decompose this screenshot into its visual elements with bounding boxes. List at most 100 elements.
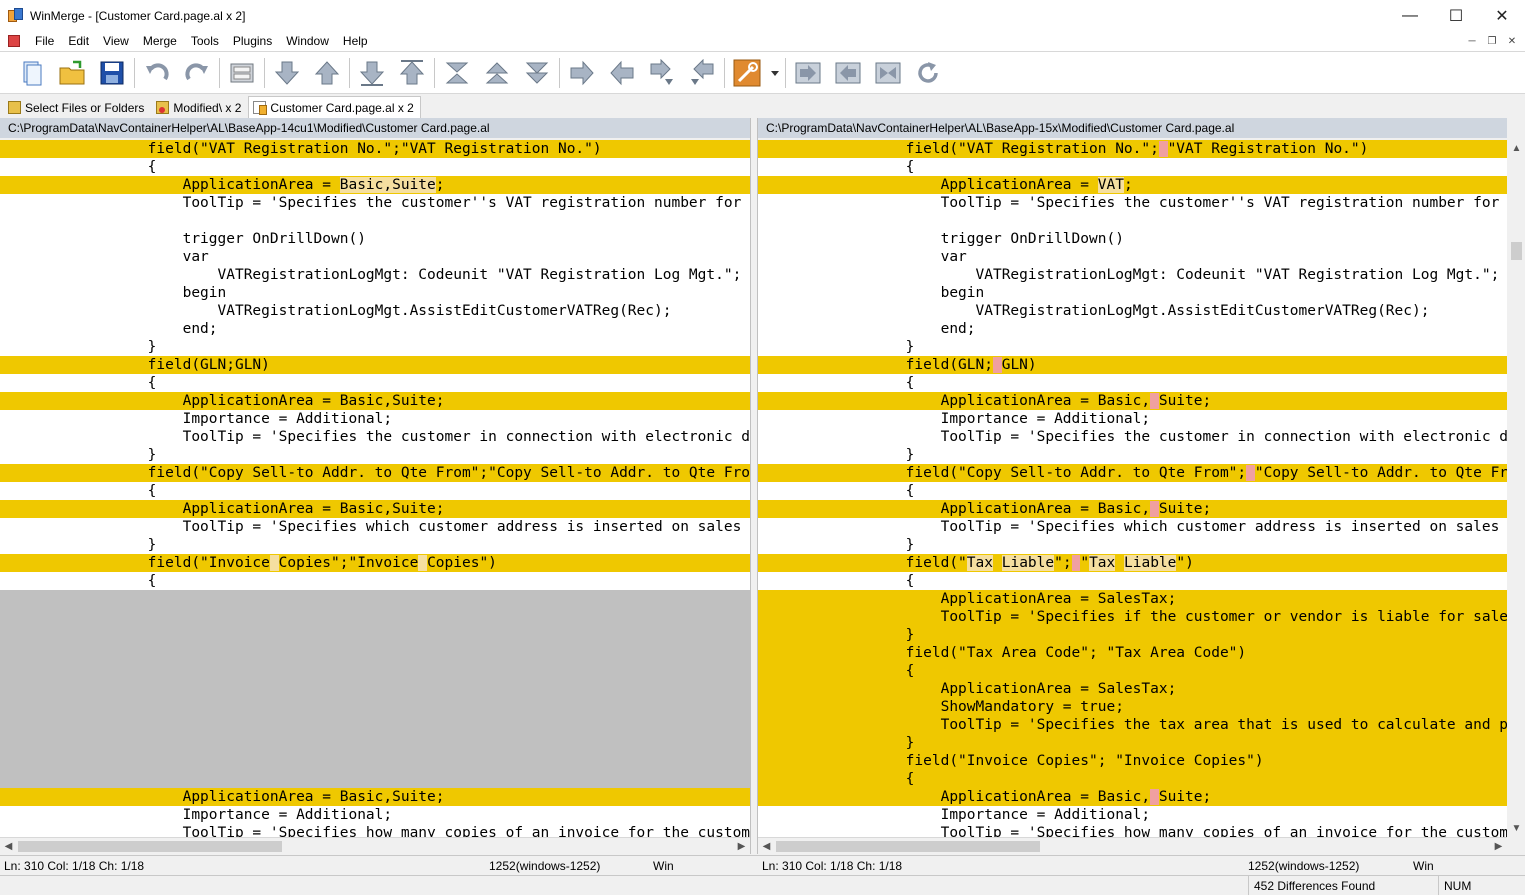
code-line[interactable]: begin [0,284,750,302]
scroll-up-arrow-icon[interactable]: ▲ [1508,140,1525,157]
diff-line[interactable]: field("Tax Liable"; "Tax Liable") [758,554,1507,572]
tab-modified-folder[interactable]: Modified\ x 2 [151,96,248,118]
current-diff-button[interactable] [439,55,475,91]
save-button[interactable] [94,55,130,91]
diff-line[interactable]: } [758,734,1507,752]
code-line[interactable]: Importance = Additional; [0,806,750,824]
code-line[interactable] [0,212,750,230]
code-line[interactable]: VATRegistrationLogMgt: Codeunit "VAT Reg… [758,266,1507,284]
code-line[interactable]: VATRegistrationLogMgt: Codeunit "VAT Reg… [0,266,750,284]
redo-button[interactable] [179,55,215,91]
missing-line[interactable] [0,626,750,644]
diff-line[interactable]: ApplicationArea = Basic,Suite; [0,176,750,194]
code-line[interactable]: { [758,158,1507,176]
code-line[interactable]: ToolTip = 'Specifies which customer addr… [0,518,750,536]
right-horizontal-scrollbar[interactable]: ◀ ▶ [758,837,1507,854]
right-editor-pane[interactable]: field("VAT Registration No."; "VAT Regis… [758,140,1507,837]
missing-line[interactable] [0,734,750,752]
code-line[interactable]: } [0,446,750,464]
code-line[interactable]: ToolTip = 'Specifies how many copies of … [0,824,750,837]
code-line[interactable]: var [758,248,1507,266]
code-line[interactable]: } [758,338,1507,356]
mdi-minimize-button[interactable]: ─ [1463,33,1481,49]
scroll-left-arrow-icon[interactable]: ◀ [0,838,17,855]
diff-line[interactable]: ApplicationArea = Basic,Suite; [0,788,750,806]
diff-line[interactable]: field("Invoice Copies"; "Invoice Copies"… [758,752,1507,770]
menu-tools[interactable]: Tools [184,31,226,51]
copy-right-advance-button[interactable] [644,55,680,91]
options-button[interactable] [729,55,765,91]
left-horizontal-scroll-thumb[interactable] [18,841,282,852]
missing-line[interactable] [0,680,750,698]
first-diff-button[interactable] [354,55,390,91]
menu-edit[interactable]: Edit [61,31,96,51]
code-line[interactable]: } [0,338,750,356]
missing-line[interactable] [0,698,750,716]
code-line[interactable] [758,212,1507,230]
menu-view[interactable]: View [96,31,136,51]
diff-line[interactable]: field("Invoice Copies";"Invoice Copies") [0,554,750,572]
mdi-close-button[interactable]: ✕ [1503,33,1521,49]
menu-merge[interactable]: Merge [136,31,184,51]
diff-line[interactable]: { [758,662,1507,680]
collapse-button[interactable] [870,55,906,91]
code-line[interactable]: { [0,572,750,590]
compare-button[interactable] [224,55,260,91]
open-button[interactable] [54,55,90,91]
vertical-scrollbar[interactable]: ▲ ▼ [1508,140,1525,837]
diff-line[interactable]: ApplicationArea = SalesTax; [758,680,1507,698]
right-horizontal-scroll-thumb[interactable] [776,841,1040,852]
code-line[interactable]: ToolTip = 'Specifies how many copies of … [758,824,1507,837]
code-line[interactable]: ToolTip = 'Specifies the customer''s VAT… [758,194,1507,212]
code-line[interactable]: ToolTip = 'Specifies the customer in con… [0,428,750,446]
code-line[interactable]: VATRegistrationLogMgt.AssistEditCustomer… [758,302,1507,320]
diff-line[interactable]: ShowMandatory = true; [758,698,1507,716]
diff-line[interactable]: field(GLN; GLN) [758,356,1507,374]
document-menu-icon[interactable] [8,35,20,47]
diff-line[interactable]: ApplicationArea = VAT; [758,176,1507,194]
menu-help[interactable]: Help [336,31,375,51]
maximize-button[interactable]: ☐ [1433,0,1479,31]
code-line[interactable]: } [0,536,750,554]
copy-right-button[interactable] [564,55,600,91]
code-line[interactable]: trigger OnDrillDown() [0,230,750,248]
left-editor-pane[interactable]: field("VAT Registration No.";"VAT Regist… [0,140,750,837]
missing-line[interactable] [0,752,750,770]
missing-line[interactable] [0,770,750,788]
diff-line[interactable]: ApplicationArea = Basic,Suite; [0,392,750,410]
code-line[interactable]: trigger OnDrillDown() [758,230,1507,248]
close-button[interactable]: ✕ [1479,0,1525,31]
refresh-button[interactable] [910,55,946,91]
menu-window[interactable]: Window [279,31,336,51]
code-line[interactable]: end; [758,320,1507,338]
diff-line[interactable]: { [758,770,1507,788]
prev-diff-button[interactable] [309,55,345,91]
options-dropdown-button[interactable] [769,55,781,91]
pane-splitter[interactable] [750,118,758,854]
diff-line[interactable]: ApplicationArea = Basic,Suite; [0,500,750,518]
diff-line[interactable]: ToolTip = 'Specifies if the customer or … [758,608,1507,626]
code-line[interactable]: { [758,572,1507,590]
undo-button[interactable] [139,55,175,91]
vertical-scroll-thumb[interactable] [1511,242,1522,260]
last-diff-button[interactable] [394,55,430,91]
code-line[interactable]: Importance = Additional; [758,410,1507,428]
diff-line[interactable]: ApplicationArea = Basic, Suite; [758,392,1507,410]
tab-customer-card[interactable]: Customer Card.page.al x 2 [248,96,421,118]
code-line[interactable]: ToolTip = 'Specifies the customer''s VAT… [0,194,750,212]
code-line[interactable]: { [758,482,1507,500]
code-line[interactable]: { [758,374,1507,392]
code-line[interactable]: VATRegistrationLogMgt.AssistEditCustomer… [0,302,750,320]
code-line[interactable]: Importance = Additional; [758,806,1507,824]
diff-line[interactable]: field(GLN;GLN) [0,356,750,374]
copy-all-left-button[interactable] [830,55,866,91]
tab-select-files[interactable]: Select Files or Folders [3,96,151,118]
scroll-right-arrow-icon[interactable]: ▶ [733,838,750,855]
missing-line[interactable] [0,716,750,734]
menu-file[interactable]: File [28,31,61,51]
code-line[interactable]: { [0,374,750,392]
scroll-left-arrow-icon[interactable]: ◀ [758,838,775,855]
mdi-restore-button[interactable]: ❐ [1483,33,1501,49]
diff-line[interactable]: ApplicationArea = Basic, Suite; [758,500,1507,518]
missing-line[interactable] [0,644,750,662]
